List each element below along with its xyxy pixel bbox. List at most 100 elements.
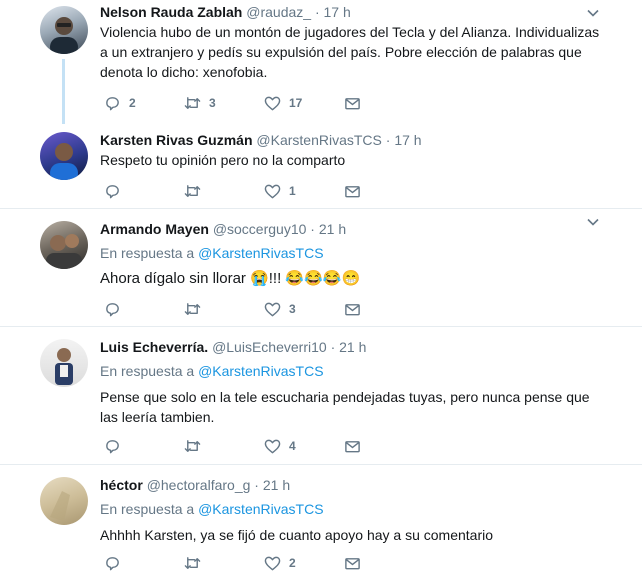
- reply-button[interactable]: [104, 301, 184, 318]
- reply-button[interactable]: [104, 555, 184, 572]
- reply-mention-link[interactable]: @KarstenRivasTCS: [198, 363, 323, 379]
- like-button[interactable]: 2: [264, 555, 344, 572]
- reply-mention-link[interactable]: @KarstenRivasTCS: [198, 245, 323, 261]
- like-count: 4: [289, 439, 296, 453]
- heart-icon: [264, 439, 281, 453]
- tweet-text: Ahhhh Karsten, ya se fijó de cuanto apoy…: [100, 525, 612, 545]
- like-count: 2: [289, 556, 296, 570]
- tweet[interactable]: héctor @hectoralfaro_g · 21 h En respues…: [0, 465, 642, 584]
- retweet-icon: [184, 302, 201, 315]
- tweet-actions: 1: [104, 181, 424, 201]
- envelope-icon: [345, 557, 360, 569]
- message-button[interactable]: [344, 555, 424, 572]
- separator-dot: ·: [314, 4, 320, 20]
- retweet-button[interactable]: [184, 438, 264, 455]
- separator-dot: ·: [385, 132, 391, 148]
- retweet-icon: [184, 96, 201, 109]
- fullname[interactable]: Luis Echeverría.: [100, 339, 208, 355]
- reply-prefix: En respuesta a: [100, 245, 195, 261]
- tweet-text: Ahora dígalo sin llorar 😭!!! 😂😂😂😁: [100, 269, 612, 289]
- tweet[interactable]: Karsten Rivas Guzmán @KarstenRivasTCS · …: [0, 122, 642, 209]
- fullname[interactable]: Armando Mayen: [100, 221, 209, 237]
- like-count: 3: [289, 302, 296, 316]
- retweet-button[interactable]: 3: [184, 95, 264, 112]
- tweet-text-line: las leería tambien.: [100, 409, 215, 425]
- reply-mention-link[interactable]: @KarstenRivasTCS: [198, 501, 323, 517]
- reply-icon: [106, 184, 119, 198]
- handle[interactable]: @LuisEcheverri10: [212, 339, 327, 355]
- retweet-button[interactable]: [184, 183, 264, 200]
- handle[interactable]: @KarstenRivasTCS: [256, 132, 381, 148]
- reply-button[interactable]: 2: [104, 95, 184, 112]
- tweet-header: Armando Mayen @soccerguy10 · 21 h: [100, 219, 612, 239]
- reply-icon: [106, 556, 119, 570]
- tweet-text-line: Violencia hubo de un montón de jugadores…: [100, 24, 600, 40]
- chevron-down-icon[interactable]: [586, 6, 600, 20]
- tweet-text-line: Ahora dígalo sin llorar 😭!!! 😂😂😂😁: [100, 270, 361, 287]
- tweet-text-line: a un extranjero y pedís su expulsión del…: [100, 44, 582, 60]
- reply-context: En respuesta a @KarstenRivasTCS: [100, 499, 612, 519]
- message-button[interactable]: [344, 95, 424, 112]
- timestamp[interactable]: 21 h: [263, 477, 290, 493]
- handle[interactable]: @hectoralfaro_g: [147, 477, 251, 493]
- tweet[interactable]: Armando Mayen @soccerguy10 · 21 h En res…: [0, 209, 642, 327]
- timestamp[interactable]: 17 h: [394, 132, 421, 148]
- thread-line: [62, 59, 65, 124]
- timestamp[interactable]: 21 h: [319, 221, 346, 237]
- envelope-icon: [345, 303, 360, 315]
- tweet[interactable]: Nelson Rauda Zablah @raudaz_ · 17 h Viol…: [0, 0, 642, 124]
- tweet-text: Pense que solo en la tele escucharia pen…: [100, 387, 612, 427]
- heart-icon: [264, 556, 281, 570]
- retweet-button[interactable]: [184, 301, 264, 318]
- tweet-actions: 2: [104, 553, 424, 573]
- message-button[interactable]: [344, 301, 424, 318]
- message-button[interactable]: [344, 183, 424, 200]
- timestamp[interactable]: 21 h: [339, 339, 366, 355]
- reply-icon: [106, 96, 119, 110]
- timestamp[interactable]: 17 h: [324, 4, 351, 20]
- tweet-actions: 3: [104, 299, 424, 319]
- reply-button[interactable]: [104, 438, 184, 455]
- like-button[interactable]: 4: [264, 438, 344, 455]
- reply-count: 2: [129, 96, 136, 110]
- tweet-text: Violencia hubo de un montón de jugadores…: [100, 22, 612, 82]
- like-count: 1: [289, 184, 296, 198]
- retweet-count: 3: [209, 96, 216, 110]
- separator-dot: ·: [310, 221, 315, 237]
- avatar[interactable]: [40, 132, 88, 180]
- retweet-icon: [184, 439, 201, 452]
- message-button[interactable]: [344, 438, 424, 455]
- retweet-icon: [184, 184, 201, 197]
- envelope-icon: [345, 97, 360, 109]
- envelope-icon: [345, 440, 360, 452]
- avatar[interactable]: [40, 221, 88, 269]
- handle[interactable]: @raudaz_: [246, 4, 311, 20]
- reply-prefix: En respuesta a: [100, 501, 195, 517]
- like-button[interactable]: 17: [264, 95, 344, 112]
- avatar[interactable]: [40, 339, 88, 387]
- heart-icon: [264, 302, 281, 316]
- tweet-text-line: denota lo dicho: xenofobia.: [100, 64, 268, 80]
- avatar[interactable]: [40, 6, 88, 54]
- fullname[interactable]: héctor: [100, 477, 143, 493]
- reply-icon: [106, 439, 119, 453]
- like-count: 17: [289, 96, 303, 110]
- tweet[interactable]: Luis Echeverría. @LuisEcheverri10 · 21 h…: [0, 327, 642, 465]
- handle[interactable]: @soccerguy10: [213, 221, 307, 237]
- avatar[interactable]: [40, 477, 88, 525]
- tweet-text: Respeto tu opinión pero no la comparto: [100, 150, 612, 170]
- retweet-button[interactable]: [184, 555, 264, 572]
- fullname[interactable]: Karsten Rivas Guzmán: [100, 132, 253, 148]
- like-button[interactable]: 3: [264, 301, 344, 318]
- heart-icon: [264, 184, 281, 198]
- fullname[interactable]: Nelson Rauda Zablah: [100, 4, 242, 20]
- tweet-actions: 4: [104, 436, 424, 456]
- chevron-down-icon[interactable]: [586, 215, 600, 229]
- reply-context: En respuesta a @KarstenRivasTCS: [100, 361, 612, 381]
- envelope-icon: [345, 185, 360, 197]
- reply-prefix: En respuesta a: [100, 363, 195, 379]
- separator-dot: ·: [254, 477, 259, 493]
- tweet-text-line: Pense que solo en la tele escucharia pen…: [100, 389, 590, 405]
- reply-button[interactable]: [104, 183, 184, 200]
- like-button[interactable]: 1: [264, 183, 344, 200]
